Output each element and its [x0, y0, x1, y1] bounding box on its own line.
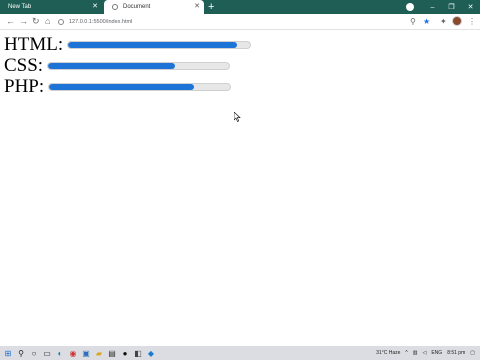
language-indicator[interactable]: ENG	[431, 350, 442, 356]
window-close-icon[interactable]: ✕	[461, 0, 480, 14]
edge-icon[interactable]: ◐	[55, 348, 65, 358]
extensions-icon[interactable]: ✦	[440, 16, 447, 27]
skill-label: HTML:	[4, 34, 64, 55]
reload-icon[interactable]: ↻	[32, 16, 40, 27]
url-text[interactable]: 127.0.0.1:5500/index.html	[69, 19, 132, 25]
chrome-icon[interactable]: ◉	[68, 348, 78, 358]
task-view-icon[interactable]: ▭	[42, 348, 52, 358]
close-icon[interactable]: ✕	[194, 3, 200, 11]
maximize-icon[interactable]: ❐	[442, 0, 461, 14]
skill-row-php: PHP:	[4, 76, 232, 97]
volume-icon[interactable]: ◁	[422, 350, 426, 356]
progress-bar	[48, 83, 232, 91]
tab-new-tab[interactable]: New Tab ✕	[0, 0, 102, 14]
progress-bar	[47, 62, 231, 70]
cortana-icon[interactable]: ○	[29, 348, 39, 358]
back-icon[interactable]: ←	[6, 16, 15, 27]
clock[interactable]: 8:51 pm	[447, 350, 465, 356]
mouse-cursor-icon	[234, 112, 241, 122]
address-bar[interactable]: 127.0.0.1:5500/index.html	[58, 16, 418, 27]
progress-fill	[48, 63, 175, 69]
browser-toolbar: ← → ↻ ⌂ 127.0.0.1:5500/index.html ⚲ ★ ✦ …	[0, 14, 480, 30]
zoom-icon[interactable]: ⚲	[410, 16, 416, 27]
search-icon[interactable]: ⚲	[16, 348, 26, 358]
app-icon[interactable]: ◧	[133, 348, 143, 358]
notifications-icon[interactable]: ▢	[470, 350, 475, 356]
windows-start-icon[interactable]: ⊞	[3, 348, 13, 358]
bookmark-star-icon[interactable]: ★	[423, 16, 430, 27]
tray-chevron-icon[interactable]: ^	[405, 350, 407, 356]
globe-icon	[112, 4, 118, 10]
skill-row-css: CSS:	[4, 55, 231, 76]
taskbar: ⊞ ⚲ ○ ▭ ◐ ◉ ▣ ▰ ▤ ● ◧ ◆ 31°C Haze ^ ▥ ◁ …	[0, 346, 480, 360]
vscode-icon[interactable]: ◆	[146, 348, 156, 358]
browser-tab-strip: New Tab ✕ Document ✕ + – ❐ ✕	[0, 0, 480, 14]
forward-icon[interactable]: →	[19, 16, 28, 27]
progress-fill	[68, 42, 238, 48]
photos-icon[interactable]: ▣	[81, 348, 91, 358]
progress-fill	[49, 84, 194, 90]
skill-label: CSS:	[4, 55, 44, 76]
weather-status[interactable]: 31°C Haze	[376, 350, 400, 356]
tab-document[interactable]: Document ✕	[104, 0, 204, 14]
menu-icon[interactable]: ⋮	[468, 16, 476, 27]
system-tray: 31°C Haze ^ ▥ ◁ ENG 8:51 pm ▢	[376, 346, 480, 360]
progress-bar	[67, 41, 252, 49]
tab-label: New Tab	[8, 4, 32, 10]
home-icon[interactable]: ⌂	[45, 16, 50, 27]
file-explorer-icon[interactable]: ▰	[94, 348, 104, 358]
skill-label: PHP:	[4, 76, 45, 97]
close-icon[interactable]: ✕	[92, 3, 98, 11]
tab-search-icon[interactable]	[406, 3, 414, 11]
app-icon[interactable]: ●	[120, 348, 130, 358]
network-icon[interactable]: ▥	[413, 350, 418, 356]
skill-row-html: HTML:	[4, 34, 252, 55]
window-controls: – ❐ ✕	[423, 0, 480, 14]
tab-label: Document	[123, 4, 151, 10]
minimize-icon[interactable]: –	[423, 0, 442, 14]
site-info-icon[interactable]	[58, 18, 64, 25]
profile-avatar[interactable]	[452, 16, 462, 26]
store-icon[interactable]: ▤	[107, 348, 117, 358]
new-tab-button[interactable]: +	[208, 1, 214, 13]
